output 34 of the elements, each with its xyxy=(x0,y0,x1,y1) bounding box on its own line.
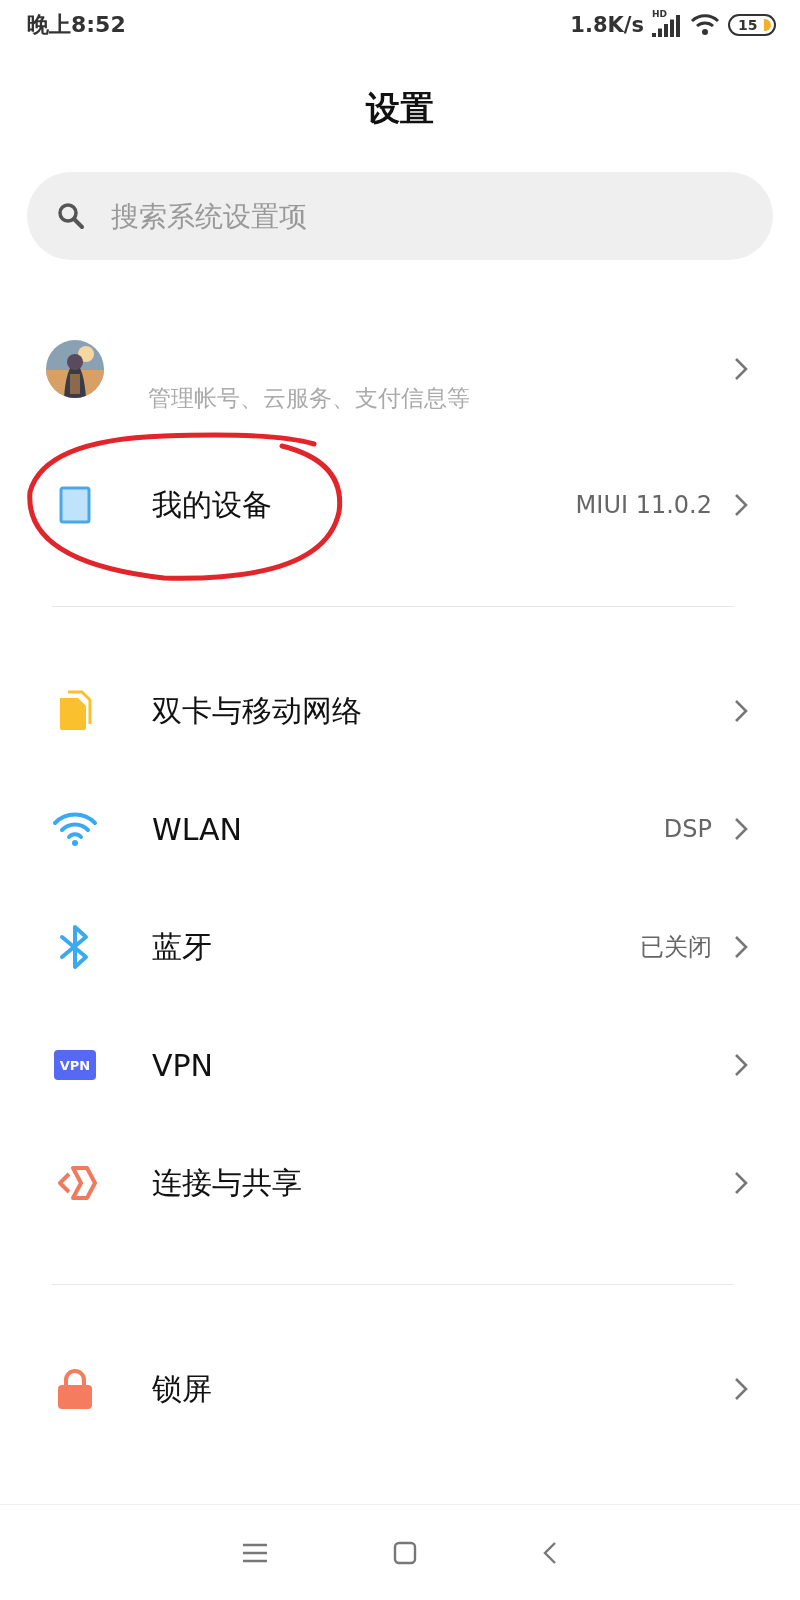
settings-row[interactable]: 双卡与移动网络 xyxy=(0,652,800,770)
chevron-right-icon xyxy=(734,699,748,723)
chevron-right-icon xyxy=(734,357,748,381)
lock-icon xyxy=(55,1368,95,1410)
chevron-right-icon xyxy=(734,935,748,959)
setting-value: DSP xyxy=(663,815,712,843)
wifi-icon xyxy=(52,811,98,847)
settings-row[interactable]: 锁屏 xyxy=(0,1330,800,1448)
chevron-right-icon xyxy=(734,1053,748,1077)
settings-row[interactable]: WLAN DSP xyxy=(0,770,800,888)
vpn-icon: VPN xyxy=(54,1050,96,1080)
back-icon[interactable] xyxy=(543,1540,557,1565)
setting-value: MIUI 11.0.2 xyxy=(575,491,712,519)
status-time: 晚上8:52 xyxy=(27,11,126,39)
chevron-right-icon xyxy=(734,817,748,841)
settings-row[interactable]: 我的设备 MIUI 11.0.2 xyxy=(0,446,800,564)
settings-row[interactable]: 蓝牙 已关闭 xyxy=(0,888,800,1006)
page-title: 设置 xyxy=(364,87,435,130)
battery-icon: 15 xyxy=(728,14,776,36)
wifi-status-icon xyxy=(690,13,720,37)
account-subtitle: 管理帐号、云服务、支付信息等 xyxy=(148,384,470,413)
network-speed: 1.8K/s xyxy=(570,13,644,37)
tablet-icon xyxy=(59,486,91,524)
network-type-label: HD xyxy=(652,9,667,19)
chevron-right-icon xyxy=(734,493,748,517)
settings-row[interactable]: VPN VPN xyxy=(0,1006,800,1124)
chevron-right-icon xyxy=(734,1171,748,1195)
settings-row[interactable]: 连接与共享 xyxy=(0,1124,800,1242)
setting-value: 已关闭 xyxy=(640,932,712,963)
menu-icon[interactable] xyxy=(243,1542,267,1563)
home-icon[interactable] xyxy=(393,1540,417,1565)
search-field[interactable]: 搜索系统设置项 xyxy=(27,172,773,260)
chevron-right-icon xyxy=(734,1377,748,1401)
search-icon xyxy=(57,202,85,230)
